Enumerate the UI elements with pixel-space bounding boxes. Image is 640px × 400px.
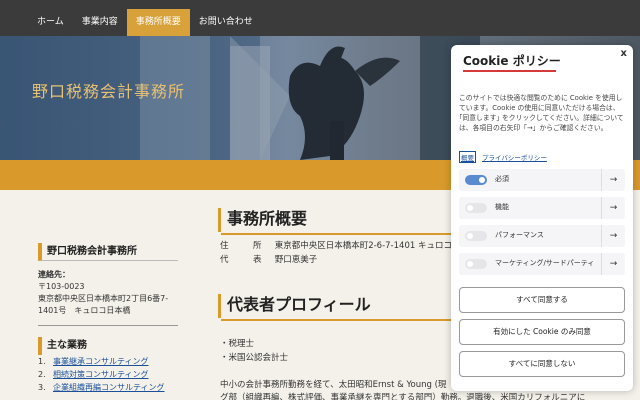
reject-all-button[interactable]: すべてに同意しない <box>459 351 625 377</box>
accept-all-button[interactable]: すべて同意する <box>459 287 625 313</box>
career-text-line-1: 中小の会計事務所勤務を経て、太田昭和Ernst & Young (現 <box>220 380 447 390</box>
list-number: 2. <box>38 370 46 379</box>
nav-item-home[interactable]: ホーム <box>28 9 73 36</box>
nav-item-services[interactable]: 事業内容 <box>73 9 127 36</box>
sidebar-business: 主な業務 1. 事業継承コンサルティング 2. 相続対策コンサルティング 3. … <box>38 337 178 394</box>
address-line-1: 東京都中央区日本橋本町2丁目6番7- <box>38 294 169 303</box>
postal-code: 〒103-0023 <box>38 282 85 291</box>
career-text-line-2: グ部（組織再編、株式評価、事業承継を専門とする部門）勤務。退職後、米国カリフォル… <box>220 393 586 400</box>
section-title-profile: 代表者プロフィール <box>218 294 461 321</box>
cookie-category-performance: パフォーマンス → <box>459 225 625 247</box>
business-link-reorganization[interactable]: 企業組織再編コンサルティング <box>53 382 165 394</box>
sidebar-office-heading: 野口税務会計事務所 <box>38 243 178 261</box>
required-toggle[interactable] <box>465 175 487 185</box>
performance-toggle[interactable] <box>465 231 487 241</box>
list-number: 3. <box>38 383 46 392</box>
contact-label: 連絡先： <box>38 270 70 279</box>
nav-item-office[interactable]: 事務所概要 <box>126 9 190 36</box>
cookie-links: 概要 プライバシーポリシー <box>459 151 547 163</box>
list-item: 3. 企業組織再編コンサルティング <box>38 382 178 394</box>
section-title-office: 事務所概要 <box>218 208 462 235</box>
list-item: 1. 事業継承コンサルティング <box>38 356 178 368</box>
privacy-policy-link[interactable]: プライバシーポリシー <box>482 152 547 162</box>
cookie-category-required: 必須 → <box>459 169 625 191</box>
address-line-2: 1401号 キュロコ日本橋 <box>38 306 131 315</box>
business-link-succession[interactable]: 事業継承コンサルティング <box>53 356 149 368</box>
close-icon[interactable]: x <box>621 48 627 59</box>
arrow-right-icon[interactable]: → <box>601 225 625 247</box>
arrow-right-icon[interactable]: → <box>601 253 625 275</box>
category-label: パフォーマンス <box>495 231 544 239</box>
arrow-right-icon[interactable]: → <box>601 197 625 219</box>
cookie-category-marketing: マーケティング/サードパーティ → <box>459 253 625 275</box>
address-value: 東京都中央区日本橋本町2-6-7-1401 キュロコ <box>274 241 452 251</box>
category-label: 機能 <box>495 203 509 211</box>
cookie-title: Cookie ポリシー <box>463 54 561 68</box>
hero-title: 野口税務会計事務所 <box>32 82 186 101</box>
accept-selected-button[interactable]: 有効にした Cookie のみ同意 <box>459 319 625 345</box>
sidebar-office-info: 野口税務会計事務所 連絡先： 〒103-0023 東京都中央区日本橋本町2丁目6… <box>38 243 178 317</box>
representative-value: 野口恵美子 <box>274 255 318 265</box>
list-item: 2. 相続対策コンサルティング <box>38 369 178 381</box>
business-link-inheritance[interactable]: 相続対策コンサルティング <box>53 369 149 381</box>
overview-link[interactable]: 概要 <box>459 151 476 163</box>
title-underline <box>463 70 556 72</box>
representative-row: 代 表 野口恵美子 <box>220 253 317 265</box>
category-label: 必須 <box>495 175 509 183</box>
business-heading: 主な業務 <box>38 337 178 355</box>
sidebar-divider <box>38 325 178 326</box>
profile-item-tax-accountant: ・税理士 <box>220 339 255 349</box>
cookie-category-functional: 機能 → <box>459 197 625 219</box>
profile-item-cpa: ・米国公認会計士 <box>220 353 289 363</box>
marketing-toggle[interactable] <box>465 259 487 269</box>
functional-toggle[interactable] <box>465 203 487 213</box>
address-row: 住 所 東京都中央区日本橋本町2-6-7-1401 キュロコ <box>220 239 452 251</box>
nav-item-contact[interactable]: お問い合わせ <box>190 9 262 36</box>
top-nav: ホーム 事業内容 事務所概要 お問い合わせ <box>0 0 640 36</box>
arrow-right-icon[interactable]: → <box>601 169 625 191</box>
representative-key: 代 表 <box>220 255 270 265</box>
cookie-description: このサイトでは快適な閲覧のために Cookie を使用しています。Cookie … <box>459 94 624 132</box>
nav-menu: ホーム 事業内容 事務所概要 お問い合わせ <box>28 9 262 36</box>
cookie-policy-dialog: x Cookie ポリシー このサイトでは快適な閲覧のために Cookie を使… <box>451 45 633 391</box>
address-key: 住 所 <box>220 241 270 251</box>
list-number: 1. <box>38 357 46 366</box>
category-label: マーケティング/サードパーティ <box>495 259 595 267</box>
